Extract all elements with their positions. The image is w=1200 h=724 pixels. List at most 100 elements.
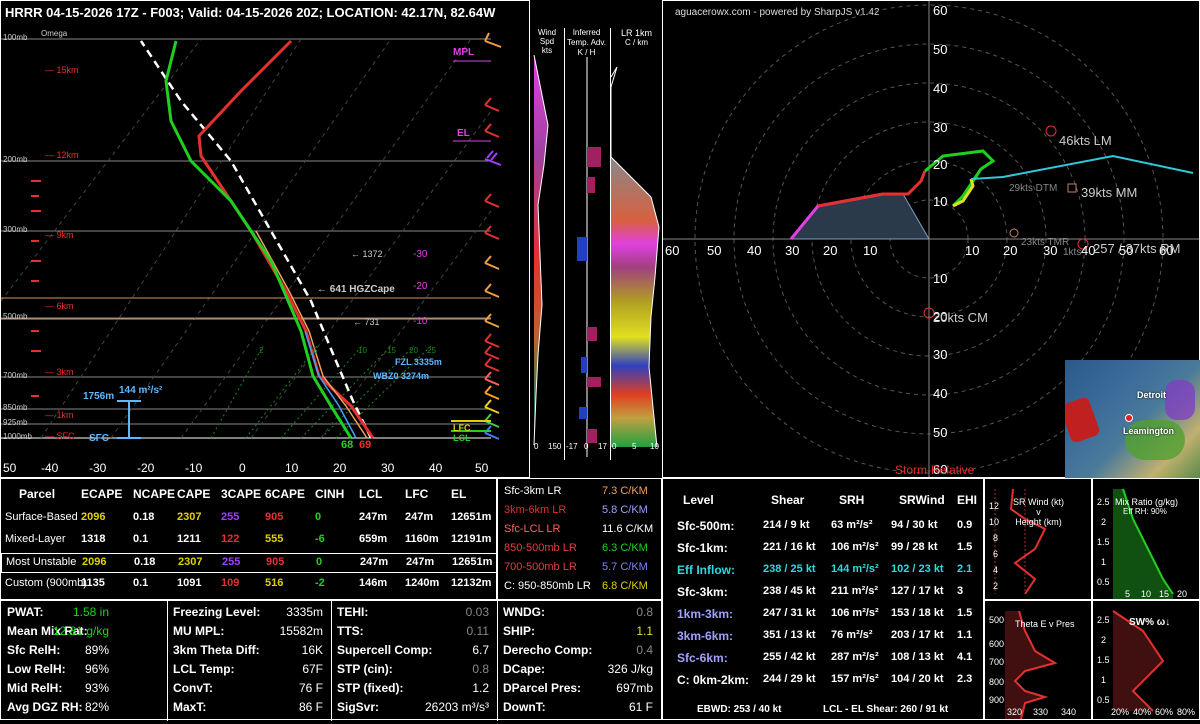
- mixing-tick-5: 5: [313, 346, 318, 355]
- parcel-cell: Mixed-Layer: [5, 533, 66, 545]
- location-marker-icon: [1125, 414, 1133, 422]
- kinematics-cell: 104 / 20 kt: [891, 673, 944, 685]
- ring-label-50-top: 50: [933, 42, 948, 57]
- thermo-label: Mid RelH:: [7, 681, 63, 695]
- ebwd-label: EBWD: 253 / 40 kt: [697, 704, 782, 715]
- temp-tick-5: 0: [239, 461, 246, 475]
- mean-motion-label: 39kts MM: [1081, 185, 1138, 200]
- lapse-rate-label: C: 950-850mb LR: [504, 580, 591, 592]
- kinematics-header-srh: SRH: [839, 493, 865, 507]
- sfc-label: SFC: [89, 433, 109, 444]
- pressure-label-100: 100mb: [3, 33, 28, 42]
- lapse-rate-label: Sfc-3km LR: [504, 485, 562, 497]
- parcel-cell: 905: [266, 556, 285, 568]
- mixing-tick-10: 10: [358, 346, 367, 355]
- lapse-rate-label: 3km-6km LR: [504, 504, 567, 516]
- kinematics-cell: Sfc-3km:: [677, 585, 728, 599]
- parcel-header-el: EL: [451, 487, 467, 501]
- wind-speed-unit: kts: [541, 46, 553, 55]
- height-label-9km: — 9km: [45, 230, 74, 240]
- parcel-header-parcel: Parcel: [19, 487, 56, 501]
- parcel-header-6cape: 6CAPE: [265, 487, 306, 501]
- lr-axis-5: 5: [632, 442, 637, 451]
- thermo-value: 0.03: [465, 605, 489, 619]
- pressure-label-1000: 1000mb: [3, 432, 32, 441]
- thermo-value: 15582m: [279, 624, 323, 638]
- thermo-label: Freezing Level:: [173, 605, 261, 619]
- kinematics-cell: Eff Inflow:: [677, 563, 735, 577]
- parcel-cell: 247m: [405, 511, 434, 523]
- temp-tick-8: 30: [381, 461, 395, 475]
- ring-label-50-bottom: 50: [933, 425, 948, 440]
- lr-axis-0: 0: [612, 442, 617, 451]
- radar-inset-map[interactable]: Detroit Leamington: [1065, 360, 1200, 478]
- kinematics-cell: 255 / 42 kt: [763, 651, 816, 663]
- lapse-rate-value: 6.3 C/KM: [602, 542, 648, 554]
- kinematics-header-shear: Shear: [771, 493, 805, 507]
- thermo-label: TTS:: [337, 624, 364, 638]
- thermo-value: 0.11: [466, 624, 489, 638]
- parcel-cell: 516: [265, 577, 284, 589]
- kinematics-cell: 127 / 17 kt: [891, 585, 944, 597]
- kinematics-cell: 1.5: [957, 607, 973, 619]
- parcel-cell: 109: [221, 577, 240, 589]
- parcel-cell: 255: [221, 511, 240, 523]
- lapse-rate-unit: C / km: [624, 38, 649, 47]
- temp-tick-4: -10: [185, 461, 203, 475]
- parcel-cell: 2096: [81, 511, 106, 523]
- parcel-cell: 12191m: [451, 533, 492, 545]
- thermo-label: STP (cin):: [337, 662, 393, 676]
- sw-omega-panel: SW% ω↓ 2.5 2 1.5 1 0.5 20% 40% 60% 80%: [1092, 600, 1200, 720]
- height-label-15km: — 15km: [45, 65, 79, 75]
- parcel-cell: 122: [221, 533, 240, 545]
- kinematics-cell: 108 / 13 kt: [891, 651, 944, 663]
- wind-axis-0: 0: [534, 442, 539, 451]
- kinematics-cell: 63 m²/s²: [831, 519, 873, 531]
- parcel-cell: 247m: [406, 556, 435, 568]
- axis-label-w50: 50: [707, 243, 722, 258]
- kinematics-header-srwind: SRWind: [899, 493, 945, 507]
- mix-ratio-y-1: 1: [1101, 557, 1107, 567]
- sr-wind-title: SR Wind (kt) v Height (km): [1013, 497, 1065, 527]
- parcel-cell: 2307: [178, 556, 203, 568]
- parcel-cell: 1091: [177, 577, 202, 589]
- thermo-value: 82%: [84, 700, 109, 714]
- mix-ratio-sub: Eff RH: 90%: [1123, 507, 1167, 516]
- parcel-headers: Parcel ECAPE NCAPE CAPE 3CAPE 6CAPE CINH LCL LFC…: [1, 487, 498, 503]
- parcel-cell: 659m: [359, 533, 388, 545]
- okts-label: 1kts: [1063, 247, 1082, 258]
- thermo-value: 61 F: [628, 700, 653, 714]
- parcel-cell: 2096: [82, 556, 107, 568]
- lapse-rate-value: 5.8 C/KM: [602, 504, 648, 516]
- parcel-table: Parcel ECAPE NCAPE CAPE 3CAPE 6CAPE CINH LCL LFC…: [0, 478, 498, 600]
- parcel-header-ecape: ECAPE: [81, 487, 123, 501]
- parcel-cell: 0.18: [133, 511, 155, 523]
- kinematics-cell: 76 m²/s²: [831, 629, 873, 641]
- thermo-label: Avg DGZ RH:: [7, 700, 83, 714]
- thermo-label: DCape:: [503, 662, 546, 676]
- parcel-cell: 905: [265, 511, 284, 523]
- lcl-el-shear-label: LCL - EL Shear: 260 / 91 kt: [823, 704, 949, 715]
- pressure-label-300: 300mb: [3, 225, 28, 234]
- thermo-value: 0.8: [636, 605, 653, 619]
- axis-label-w60: 60: [665, 243, 680, 258]
- temp-tick-9: 40: [429, 461, 443, 475]
- theta-e-x-340: 340: [1061, 707, 1077, 717]
- kinematics-cell: 3: [957, 585, 964, 597]
- kinematics-cell: C: 0km-2km:: [677, 673, 750, 687]
- thermo-label: Derecho Comp:: [503, 643, 593, 657]
- hodograph-panel: aguacerowx.com - powered by SharpJS v1.4…: [662, 0, 1200, 478]
- thermo-value: 96%: [84, 662, 109, 676]
- kinematics-cell: Sfc-500m:: [677, 519, 735, 533]
- kinematics-cell: 106 m²/s²: [831, 541, 879, 553]
- thermo-value: 1.1: [636, 624, 653, 638]
- sw-omega-y-15: 1.5: [1097, 655, 1110, 665]
- label-1372: ← 1372: [351, 249, 383, 259]
- theta-e-x-320: 320: [1007, 707, 1023, 717]
- temp-adv-title: Inferred Temp. Adv.: [567, 28, 606, 47]
- mix-ratio-x-15: 15: [1159, 589, 1170, 599]
- thermo-value: 86 F: [298, 700, 323, 714]
- ring-label-10-bottom: 10: [933, 271, 948, 286]
- lapse-rate-label: 850-500mb LR: [504, 542, 577, 554]
- thermo-label: TEHI:: [337, 605, 369, 619]
